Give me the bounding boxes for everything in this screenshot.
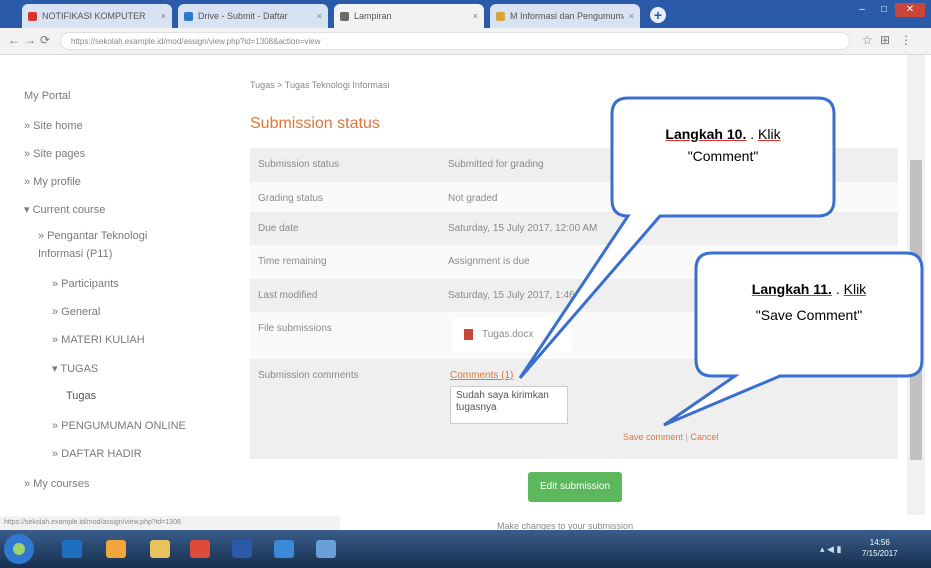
taskbar-word-icon[interactable]	[222, 536, 262, 562]
taskbar-chrome-icon[interactable]	[180, 536, 220, 562]
callout-step-10: Langkah 10. . Klik "Comment"	[612, 126, 834, 164]
taskbar-clock[interactable]: 14:56 7/15/2017	[862, 537, 898, 559]
system-tray-icons[interactable]: ▴ ◀ ▮	[820, 544, 841, 555]
clock-time: 14:56	[869, 538, 890, 547]
callout-11-target: "Save Comment"	[755, 307, 863, 323]
callout-step-11: Langkah 11. . Klik "Save Comment"	[696, 281, 922, 323]
callout-11-action: Klik	[843, 281, 867, 297]
taskbar-start-icon[interactable]	[4, 534, 34, 564]
clock-date: 7/15/2017	[862, 549, 898, 558]
callout-10-step: Langkah 10.	[665, 126, 747, 142]
taskbar-media-icon[interactable]	[96, 536, 136, 562]
taskbar-other-icon[interactable]	[306, 536, 346, 562]
callout-10-action: Klik	[758, 126, 781, 142]
callout-11-shape	[663, 251, 924, 427]
callout-10-target: "Comment"	[687, 148, 759, 164]
taskbar-explorer-icon[interactable]	[140, 536, 180, 562]
taskbar-paint-icon[interactable]	[264, 536, 304, 562]
taskbar-ie-icon[interactable]	[52, 536, 92, 562]
link-status-bar: https://sekolah.example.id/mod/assign/vi…	[0, 516, 340, 530]
callout-11-step: Langkah 11.	[751, 281, 832, 297]
